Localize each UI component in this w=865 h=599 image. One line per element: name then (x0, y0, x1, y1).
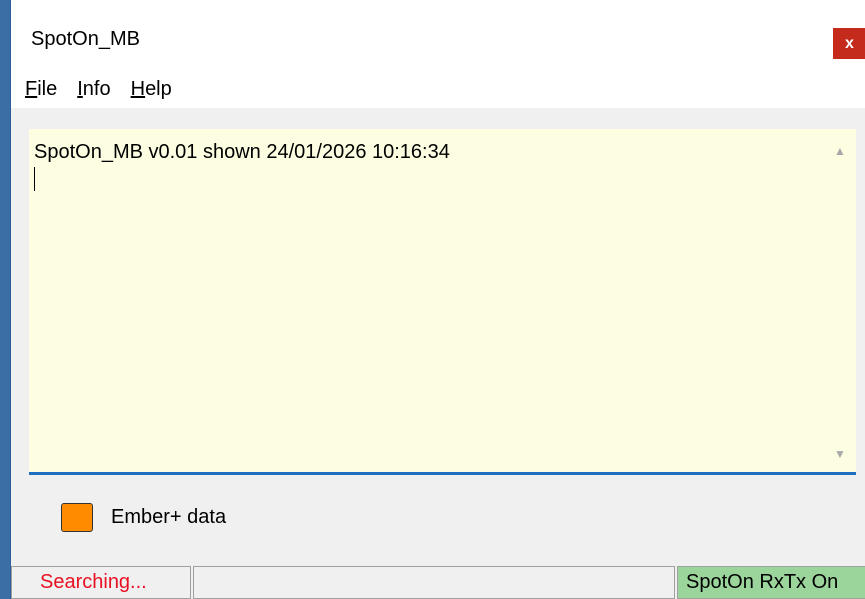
window-title: SpotOn_MB (31, 28, 140, 50)
menu-file-mnemonic: F (25, 77, 38, 100)
log-textbox[interactable]: SpotOn_MB v0.01 shown 24/01/2026 10:16:3… (29, 129, 856, 475)
log-line: SpotOn_MB v0.01 shown 24/01/2026 10:16:3… (34, 141, 450, 163)
menu-info[interactable]: Info (77, 76, 110, 103)
log-scrollbar[interactable]: ▲ ▼ (824, 129, 856, 472)
status-rxtx: SpotOn RxTx On (677, 566, 865, 599)
text-caret (34, 167, 35, 191)
ember-indicator-icon (61, 503, 93, 532)
status-bar: Searching... SpotOn RxTx On (11, 566, 865, 599)
app-window: SpotOn_MB x File Info Help SpotOn_MB v0.… (10, 0, 865, 599)
ember-status-row: Ember+ data (61, 503, 226, 532)
close-button[interactable]: x (833, 28, 865, 59)
menu-info-label: nfo (82, 77, 111, 100)
scroll-up-arrow-icon[interactable]: ▲ (824, 139, 856, 163)
menu-bar: File Info Help (11, 70, 865, 108)
scroll-down-arrow-icon[interactable]: ▼ (824, 442, 856, 466)
menu-file[interactable]: File (25, 76, 57, 103)
close-icon: x (845, 34, 854, 52)
menu-help-label: elp (145, 77, 172, 100)
title-bar: SpotOn_MB x (11, 0, 865, 70)
status-searching: Searching... (11, 566, 191, 599)
status-middle-panel (193, 566, 675, 599)
ember-label: Ember+ data (111, 506, 227, 528)
menu-help[interactable]: Help (131, 76, 172, 103)
menu-file-label: ile (37, 77, 58, 100)
menu-help-mnemonic: H (130, 77, 146, 100)
